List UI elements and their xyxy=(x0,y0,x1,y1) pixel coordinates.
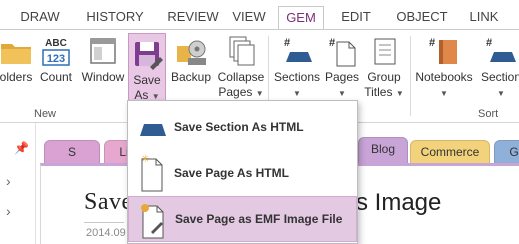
page-title-right[interactable]: s Image xyxy=(356,189,441,217)
chevron-down-icon: ▼ xyxy=(497,89,505,98)
save-as-label-line1: Save xyxy=(133,73,161,87)
tab-link[interactable]: LINK xyxy=(464,6,504,30)
tab-edit[interactable]: EDIT xyxy=(336,6,376,30)
page-new-icon: ✳ xyxy=(138,153,166,198)
collapse-pages-label-line1: Collapse xyxy=(217,70,265,84)
tab-review[interactable]: REVIEW xyxy=(160,6,226,30)
group-titles-button[interactable]: Group Titles ▼ xyxy=(362,34,406,101)
menu-item-label: Save Page As HTML xyxy=(174,166,289,180)
menu-item-save-section-html[interactable]: Save Section As HTML xyxy=(128,104,357,150)
page-date: 2014.09 xyxy=(86,227,126,239)
count-button[interactable]: ABC 123 Count xyxy=(38,34,74,85)
save-as-button[interactable]: Save As ▼ xyxy=(128,33,166,103)
tab-draw[interactable]: DRAW xyxy=(14,6,66,30)
svg-text:#: # xyxy=(486,37,492,49)
menu-item-label: Save Section As HTML xyxy=(174,120,304,134)
window-button[interactable]: Window xyxy=(80,34,126,85)
svg-text:✳: ✳ xyxy=(141,154,149,165)
menu-item-label: Save Page as EMF Image File xyxy=(175,212,343,226)
pages-sort-icon: # xyxy=(325,34,359,68)
chevron-down-icon: ▼ xyxy=(395,89,404,98)
chevron-down-icon: ▼ xyxy=(440,89,448,98)
notebooks-label: Notebooks xyxy=(415,70,473,84)
sections-button[interactable]: # Sections ▼ xyxy=(272,34,322,101)
backup-button[interactable]: Backup xyxy=(170,34,212,85)
svg-text:#: # xyxy=(284,37,290,49)
folders-button[interactable]: olders xyxy=(0,34,36,85)
group-titles-icon xyxy=(367,34,401,68)
menu-item-save-page-emf[interactable]: Save Page as EMF Image File xyxy=(128,196,357,242)
collapse-pages-button[interactable]: Collapse Pages ▼ xyxy=(214,34,268,101)
page-edit-icon xyxy=(139,200,167,244)
count-icon-123: 123 xyxy=(47,53,65,65)
chevron-down-icon: ▼ xyxy=(255,89,264,98)
section-icon xyxy=(138,116,168,143)
section-tab-commerce[interactable]: Commerce xyxy=(410,140,490,164)
ribbon-tab-strip: DRAW HISTORY REVIEW VIEW GEM EDIT OBJECT… xyxy=(0,0,519,31)
group-label-new: New xyxy=(34,108,57,120)
folder-icon xyxy=(0,34,33,68)
chevron-right-icon[interactable]: › xyxy=(6,173,11,189)
section-tab-s[interactable]: S xyxy=(44,140,100,164)
chevron-right-icon[interactable]: › xyxy=(6,203,11,219)
section-sort-icon: # xyxy=(484,34,518,68)
section-tab-g[interactable]: G xyxy=(494,140,519,164)
window-label: Window xyxy=(81,70,125,84)
sections-sort-icon: # xyxy=(280,34,314,68)
save-disk-icon xyxy=(130,37,164,71)
count-label: Count xyxy=(39,70,73,84)
pin-icon[interactable]: 📌 xyxy=(14,141,29,155)
page-title-left[interactable]: Save xyxy=(84,189,133,216)
navigation-bar: 📌 › › xyxy=(0,123,36,244)
window-icon xyxy=(86,34,120,68)
svg-text:#: # xyxy=(329,37,335,49)
group-separator xyxy=(410,36,411,116)
backup-label: Backup xyxy=(170,70,212,84)
chevron-down-icon: ▼ xyxy=(293,89,301,98)
group-titles-label-line1: Group xyxy=(367,70,401,84)
pages-label: Pages xyxy=(324,70,360,84)
folders-label: olders xyxy=(0,70,33,84)
section-sort-label: Section xyxy=(480,70,519,84)
section-tab-blog[interactable]: Blog xyxy=(358,137,408,164)
group-label-sort: Sort xyxy=(478,108,499,120)
svg-text:#: # xyxy=(429,37,435,49)
abc-123-icon: ABC 123 xyxy=(39,34,73,68)
save-as-dropdown-menu: Save Section As HTML ✳ Save Page As HTML… xyxy=(127,100,358,244)
group-titles-label-line2: Titles xyxy=(364,85,393,99)
backup-icon xyxy=(174,34,208,68)
title-underline xyxy=(84,222,124,223)
tab-gem[interactable]: GEM xyxy=(278,6,324,31)
count-icon-abc: ABC xyxy=(45,38,67,49)
notebooks-sort-icon: # xyxy=(427,34,461,68)
tab-view[interactable]: VIEW xyxy=(228,6,270,30)
pages-button[interactable]: # Pages ▼ xyxy=(322,34,362,101)
tab-object[interactable]: OBJECT xyxy=(390,6,454,30)
menu-item-save-page-html[interactable]: ✳ Save Page As HTML xyxy=(128,150,357,196)
collapse-pages-icon xyxy=(224,34,258,68)
chevron-down-icon: ▼ xyxy=(338,89,346,98)
sections-label: Sections xyxy=(273,70,321,84)
tab-history[interactable]: HISTORY xyxy=(80,6,150,30)
collapse-pages-label-line2: Pages xyxy=(218,85,253,99)
notebooks-button[interactable]: # Notebooks ▼ xyxy=(414,34,474,101)
section-sort-button[interactable]: # Section ▼ xyxy=(476,34,519,101)
